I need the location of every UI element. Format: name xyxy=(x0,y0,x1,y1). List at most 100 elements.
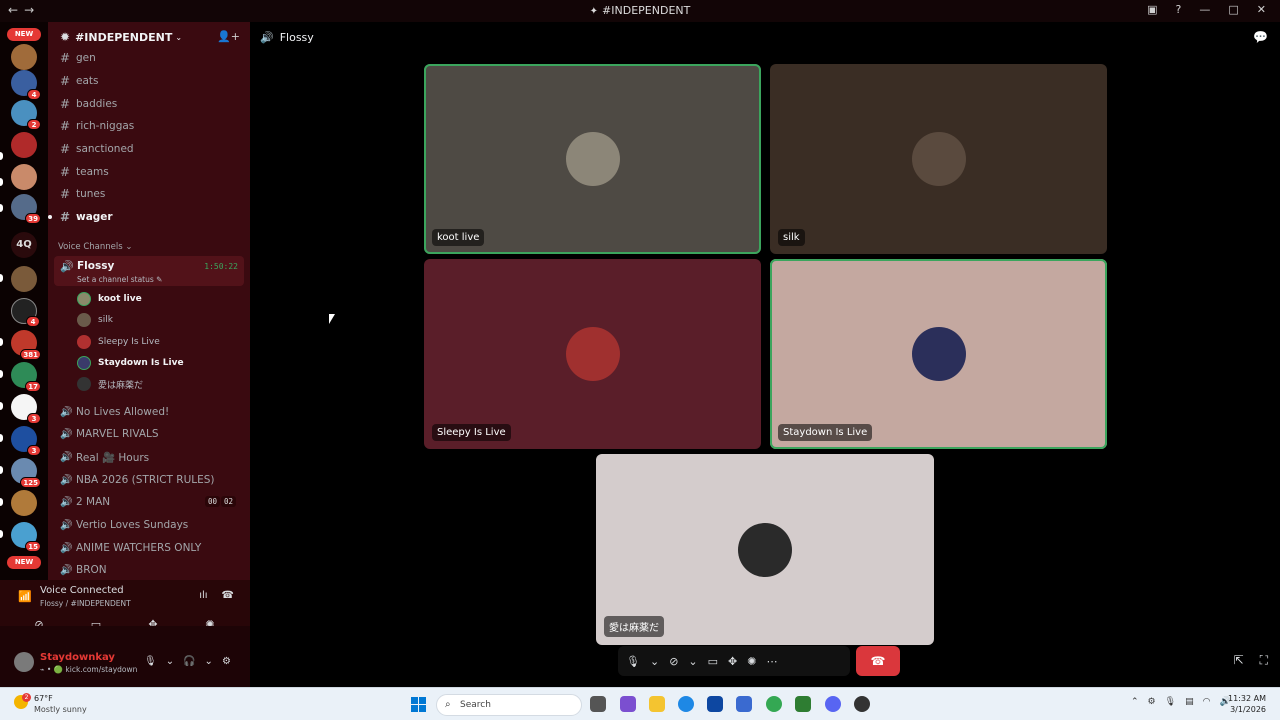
chrome-icon[interactable] xyxy=(766,696,782,712)
server-icon-10[interactable]: 17 xyxy=(11,362,41,392)
pop-out-icon[interactable]: ⇱ xyxy=(1234,653,1244,668)
microphone-icon[interactable]: 🎙 xyxy=(1165,697,1176,707)
category-voice-channels[interactable]: Voice Channels ⌄ xyxy=(58,242,132,252)
voice-channel-anime[interactable]: 🔊 ANIME WATCHERS ONLY xyxy=(54,538,244,558)
server-icon-4q[interactable]: 4Q xyxy=(11,232,37,258)
server-icon-13[interactable]: 125 xyxy=(11,458,41,488)
voice-channel-2man[interactable]: 🔊 2 MAN 00 02 xyxy=(54,492,244,512)
channel-eats[interactable]: # eats xyxy=(54,71,244,91)
server-icon-6[interactable]: 39 xyxy=(11,194,41,224)
taskbar-search[interactable]: ⌕ Search xyxy=(436,694,582,716)
tray-app-icon[interactable]: ⚙ xyxy=(1148,697,1156,707)
app-icon[interactable] xyxy=(854,696,870,712)
participant-tile[interactable]: 愛は麻薬だ xyxy=(596,454,934,645)
file-explorer-icon[interactable] xyxy=(649,696,665,712)
channel-status-link[interactable]: Set a channel status ✎ xyxy=(77,275,162,284)
copilot-icon[interactable] xyxy=(620,696,636,712)
signal-icon[interactable]: 📶 xyxy=(18,590,32,603)
store-icon[interactable] xyxy=(707,696,723,712)
close-button[interactable]: ✕ xyxy=(1257,3,1266,16)
server-icon-8[interactable]: 4 xyxy=(11,298,40,327)
channel-gen[interactable]: # gen xyxy=(54,48,244,68)
inbox-icon[interactable]: ▣ xyxy=(1147,3,1157,16)
voice-channel-no-lives[interactable]: 🔊 No Lives Allowed! xyxy=(54,402,244,422)
participant-tile[interactable]: koot live xyxy=(424,64,761,254)
chevron-up-icon[interactable]: ⌃ xyxy=(1131,697,1139,707)
voice-member[interactable]: koot live xyxy=(77,290,237,308)
server-icon-15[interactable]: 15 xyxy=(11,522,41,552)
chevron-down-icon[interactable]: ⌄ xyxy=(650,655,659,668)
wifi-icon[interactable]: ◠ xyxy=(1203,697,1211,707)
maximize-button[interactable]: □ xyxy=(1228,3,1238,16)
speaker-icon: 🔊 xyxy=(60,519,73,531)
server-icon-14[interactable] xyxy=(11,490,37,516)
voice-member[interactable]: 愛は麻薬だ xyxy=(77,375,237,393)
settings-gear-icon[interactable]: ⚙ xyxy=(222,656,231,667)
hang-up-button[interactable]: ☎ xyxy=(856,646,900,676)
server-icon-2[interactable]: 4 xyxy=(11,70,41,100)
server-icon-1[interactable] xyxy=(11,44,37,70)
chevron-down-icon[interactable]: ⌄ xyxy=(205,656,213,667)
microphone-icon[interactable]: 🎙 xyxy=(626,655,640,668)
network-icon[interactable]: ▤ xyxy=(1185,697,1194,707)
voice-member[interactable]: Staydown Is Live xyxy=(77,354,237,372)
chevron-down-icon[interactable]: ⌄ xyxy=(688,655,697,668)
server-icon-9[interactable]: 381 xyxy=(11,330,41,360)
headphones-icon[interactable]: 🎧 xyxy=(183,656,195,667)
weather-description[interactable]: Mostly sunny xyxy=(34,705,87,714)
weather-temperature[interactable]: 67°F xyxy=(34,694,53,703)
server-icon-5[interactable] xyxy=(11,164,37,190)
camera-off-icon[interactable]: ⊘ xyxy=(669,655,678,668)
channel-teams[interactable]: # teams xyxy=(54,162,244,182)
help-icon[interactable]: ? xyxy=(1176,3,1182,16)
channel-baddies[interactable]: # baddies xyxy=(54,94,244,114)
discord-icon[interactable] xyxy=(825,696,841,712)
voice-channel-real-hours[interactable]: 🔊 Real 🎥 Hours xyxy=(54,447,244,467)
voice-channel-marvel[interactable]: 🔊 MARVEL RIVALS xyxy=(54,424,244,444)
invite-icon[interactable]: 👤+ xyxy=(217,30,240,43)
channel-wager[interactable]: # wager xyxy=(48,207,244,227)
voice-channel-bron[interactable]: 🔊 BRON xyxy=(54,560,244,580)
app-icon[interactable] xyxy=(736,696,752,712)
disconnect-icon[interactable]: ☎ xyxy=(222,590,234,601)
clock-date[interactable]: 3/1/2026 xyxy=(1226,705,1266,714)
participant-tile[interactable]: Sleepy Is Live xyxy=(424,259,761,449)
voice-connected-location[interactable]: Flossy / #INDEPENDENT xyxy=(40,599,131,608)
edge-icon[interactable] xyxy=(678,696,694,712)
channel-rich[interactable]: # rich-niggas xyxy=(54,116,244,136)
voice-channel-nba[interactable]: 🔊 NBA 2026 (STRICT RULES) xyxy=(54,470,244,490)
microphone-icon[interactable]: 🎙 xyxy=(144,656,157,667)
voice-member[interactable]: silk xyxy=(77,311,237,329)
soundboard-icon[interactable]: ✺ xyxy=(747,655,756,668)
task-view-icon[interactable] xyxy=(590,696,606,712)
voice-member[interactable]: Sleepy Is Live xyxy=(77,333,237,351)
fullscreen-icon[interactable]: ⛶ xyxy=(1260,653,1268,668)
clock-time[interactable]: 11:32 AM xyxy=(1226,694,1266,703)
mention-badge: 39 xyxy=(25,213,41,224)
windows-start-icon[interactable] xyxy=(411,697,426,712)
server-icon-4[interactable] xyxy=(11,132,37,158)
server-icon-3[interactable]: 2 xyxy=(11,100,41,130)
search-icon: ⌕ xyxy=(445,699,451,710)
voice-channel-flossy[interactable]: 🔊 Flossy 1:50:22 Set a channel status ✎ xyxy=(54,256,244,286)
channel-sanctioned[interactable]: # sanctioned xyxy=(54,139,244,159)
activities-icon[interactable]: ✥ xyxy=(728,655,737,668)
server-icon-12[interactable]: 3 xyxy=(11,426,41,456)
app-icon[interactable] xyxy=(795,696,811,712)
noise-suppression-icon[interactable]: ılı xyxy=(199,590,207,601)
screen-share-icon[interactable]: ▭ xyxy=(708,655,718,668)
server-icon-11[interactable]: 3 xyxy=(11,394,41,424)
channel-label: No Lives Allowed! xyxy=(76,406,170,418)
participant-tile[interactable]: Staydown Is Live xyxy=(770,259,1107,449)
minimize-button[interactable]: — xyxy=(1199,3,1210,16)
channel-tunes[interactable]: # tunes xyxy=(54,184,244,204)
unread-pip xyxy=(0,204,3,212)
chevron-down-icon[interactable]: ⌄ xyxy=(166,656,174,667)
server-icon-7[interactable] xyxy=(11,266,37,292)
participant-tile[interactable]: silk xyxy=(770,64,1107,254)
unread-pip xyxy=(0,370,3,378)
user-avatar[interactable] xyxy=(14,652,34,672)
more-options-icon[interactable]: ⋯ xyxy=(766,655,777,668)
chat-icon[interactable]: 💬 xyxy=(1253,30,1268,44)
voice-channel-vertio[interactable]: 🔊 Vertio Loves Sundays xyxy=(54,515,244,535)
